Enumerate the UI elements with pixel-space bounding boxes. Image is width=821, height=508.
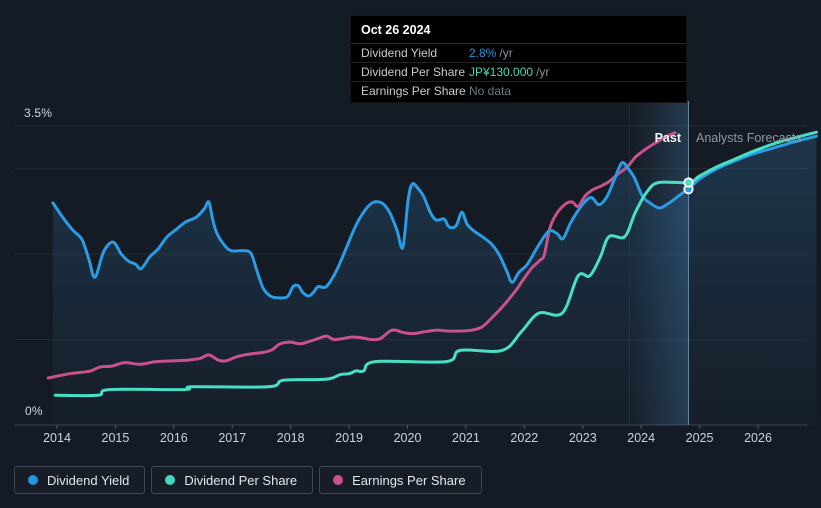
legend-item-label: Dividend Per Share (184, 472, 298, 488)
year-label-2014: 2014 (43, 431, 71, 445)
legend-dot-icon (333, 475, 344, 485)
legend-item-label: Earnings Per Share (352, 472, 466, 488)
today-marker-dividend-per-share (683, 177, 694, 188)
legend-dot-icon (28, 475, 38, 485)
year-label-2021: 2021 (452, 431, 480, 445)
tooltip-rows: Dividend Yield 2.8%/yr Dividend Per Share J… (351, 44, 686, 102)
tooltip-row-2: Earnings Per Share No data (351, 82, 686, 102)
area-fills (52, 136, 817, 425)
chart-tooltip: Oct 26 2024 Dividend Yield 2.8%/yr Dividen… (350, 15, 687, 103)
tooltip-row-label: Dividend Yield (361, 46, 438, 60)
tooltip-row-label: Dividend Per Share (361, 65, 466, 79)
forecast-region-label: Analysts Forecasts (696, 131, 802, 145)
year-label-2017: 2017 (218, 431, 247, 445)
legend-item-dividend-yield[interactable]: Dividend Yield (14, 466, 146, 494)
year-label-2026: 2026 (744, 431, 772, 445)
legend-dot-icon (165, 475, 176, 485)
year-label-2019: 2019 (335, 431, 363, 445)
legend-item-dividend-per-share[interactable]: Dividend Per Share (151, 466, 314, 494)
year-label-2023: 2023 (568, 431, 597, 445)
today-markers (683, 177, 694, 195)
year-label-2015: 2015 (101, 431, 130, 445)
tooltip-row-1: Dividend Per Share JP¥130.000/yr (351, 63, 686, 82)
year-label-2018: 2018 (276, 431, 305, 445)
year-label-2025: 2025 (685, 431, 714, 445)
year-label-2016: 2016 (159, 431, 188, 445)
year-label-2024: 2024 (627, 431, 656, 445)
year-label-2022: 2022 (510, 431, 539, 445)
axis-ticks (56, 425, 759, 429)
dividend-history-chart: 3.5% 0% 2014 2015 2016 2017 2018 2019 2020 2021… (0, 0, 821, 508)
tooltip-row-value: JP¥130.000 (469, 65, 534, 79)
tooltip-row-value: No data (469, 84, 512, 98)
legend-item-earnings-per-share[interactable]: Earnings Per Share (319, 466, 482, 494)
legend: Dividend Yield Dividend Per Share Earnings… (14, 466, 482, 494)
tooltip-row-label: Earnings Per Share (361, 84, 466, 98)
legend-item-label: Dividend Yield (47, 472, 130, 488)
tooltip-row-unit: /yr (536, 65, 550, 79)
y-axis-max-label: 3.5% (24, 106, 53, 120)
tooltip-date: Oct 26 2024 (351, 16, 686, 44)
year-label-2020: 2020 (393, 431, 422, 445)
past-region-label: Past (654, 131, 681, 145)
tooltip-row-unit: /yr (499, 46, 513, 60)
tooltip-row-value: 2.8% (469, 46, 497, 60)
y-axis-zero-label: 0% (25, 404, 43, 418)
dividend-yield-area (52, 136, 817, 425)
tooltip-row-0: Dividend Yield 2.8%/yr (351, 44, 686, 63)
